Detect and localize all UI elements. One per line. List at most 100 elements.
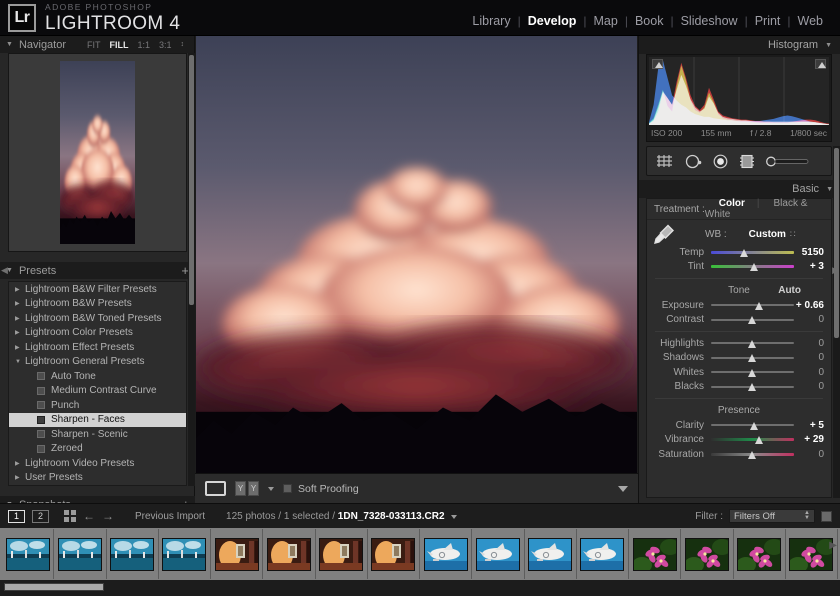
chevron-down-icon[interactable]: ▼: [826, 186, 833, 193]
slider-handle[interactable]: [748, 369, 757, 377]
go-forward-icon[interactable]: →: [102, 509, 114, 523]
slider-handle[interactable]: [755, 436, 764, 444]
filmstrip-thumbnail[interactable]: [472, 529, 524, 579]
scrollbar-thumb[interactable]: [834, 148, 839, 338]
filmstrip-thumbnail[interactable]: [54, 529, 106, 579]
histogram-panel[interactable]: ISO 200 155 mm f / 2.8 1/800 sec: [646, 54, 832, 142]
filmstrip-thumbnail[interactable]: [577, 529, 629, 579]
filmstrip-thumbnails[interactable]: [0, 528, 840, 580]
slider-handle[interactable]: [740, 249, 749, 257]
scrollbar-thumb[interactable]: [4, 583, 104, 591]
slider-track[interactable]: [711, 315, 794, 325]
filmstrip-thumbnail[interactable]: [368, 529, 420, 579]
preset-group[interactable]: ▶Lightroom Effect Presets: [9, 340, 186, 355]
module-book[interactable]: Book: [628, 14, 671, 28]
module-map[interactable]: Map: [587, 14, 625, 28]
soft-proofing-toggle[interactable]: Soft Proofing: [283, 483, 359, 495]
preset-group[interactable]: ▼Lightroom General Presets: [9, 355, 186, 370]
filmstrip-thumbnail[interactable]: [263, 529, 315, 579]
treatment-color[interactable]: Color: [719, 198, 745, 209]
grid-view-icon[interactable]: [64, 510, 76, 522]
slider-handle[interactable]: [748, 383, 757, 391]
navigator-preview[interactable]: [8, 53, 187, 252]
module-web[interactable]: Web: [791, 14, 830, 28]
slider-handle[interactable]: [748, 451, 757, 459]
before-after-icon[interactable]: Y Y: [235, 481, 259, 496]
navigator-zoom-stepper-icon[interactable]: ↕: [181, 41, 185, 48]
slider-blacks[interactable]: Blacks0: [647, 380, 831, 395]
chevron-down-icon[interactable]: [268, 487, 274, 491]
slider-track[interactable]: [711, 247, 794, 257]
auto-tone-button[interactable]: Auto: [778, 283, 801, 298]
module-develop[interactable]: Develop: [521, 14, 584, 28]
filmstrip-scrollbar[interactable]: [0, 580, 840, 596]
wb-stepper-icon[interactable]: ∷: [790, 229, 796, 240]
slider-highlights[interactable]: Highlights0: [647, 336, 831, 351]
soft-proofing-checkbox[interactable]: [283, 484, 292, 493]
chevron-down-icon[interactable]: ▼: [15, 359, 25, 365]
stepper-icon[interactable]: ▲▼: [804, 511, 810, 521]
slider-value[interactable]: 0: [794, 314, 830, 325]
slider-track[interactable]: [711, 353, 794, 363]
filmstrip-thumbnail[interactable]: [107, 529, 159, 579]
source-label[interactable]: Previous Import: [135, 511, 205, 522]
chevron-right-icon[interactable]: ▶: [15, 286, 25, 293]
filmstrip-thumbnail[interactable]: [525, 529, 577, 579]
slider-track[interactable]: [711, 367, 794, 377]
slider-vibrance[interactable]: Vibrance+ 29: [647, 433, 831, 448]
slider-handle[interactable]: [750, 263, 759, 271]
slider-value[interactable]: 0: [794, 449, 830, 460]
slider-handle[interactable]: [748, 354, 757, 362]
module-library[interactable]: Library: [465, 14, 517, 28]
presets-header[interactable]: ▼ Presets +: [0, 262, 195, 279]
filmstrip-thumbnail[interactable]: [629, 529, 681, 579]
slider-value[interactable]: 0: [794, 352, 830, 363]
navigator-zoom-1-1[interactable]: 1:1: [137, 40, 150, 50]
preset-group[interactable]: ▶Lightroom Video Presets: [9, 456, 186, 471]
left-panel-scrollbar[interactable]: [188, 53, 195, 486]
chevron-down-icon[interactable]: ▼: [6, 41, 13, 48]
chevron-right-icon[interactable]: ▶: [15, 315, 25, 322]
filmstrip-thumbnail[interactable]: [211, 529, 263, 579]
preset-group[interactable]: ▶Lightroom B&W Presets: [9, 297, 186, 312]
chevron-right-icon[interactable]: ▶: [15, 460, 25, 467]
loupe-view-icon[interactable]: [205, 481, 226, 496]
chevron-right-icon[interactable]: ▶: [15, 300, 25, 307]
spot-removal-icon[interactable]: [685, 154, 702, 169]
filter-select[interactable]: Filters Off ▲▼: [729, 509, 815, 523]
slider-value[interactable]: 5150: [794, 247, 830, 258]
filmstrip-thumbnail[interactable]: [316, 529, 368, 579]
adjustment-brush-icon[interactable]: [766, 155, 810, 168]
slider-exposure[interactable]: Exposure+ 0.66: [647, 298, 831, 313]
slider-value[interactable]: 0: [794, 367, 830, 378]
slider-value[interactable]: 0: [794, 381, 830, 392]
crop-overlay-icon[interactable]: [656, 154, 674, 169]
scrollbar-thumb[interactable]: [189, 55, 194, 305]
preset-item[interactable]: Medium Contrast Curve: [9, 384, 186, 399]
slider-handle[interactable]: [750, 422, 759, 430]
slider-track[interactable]: [711, 262, 794, 272]
go-back-icon[interactable]: ←: [83, 509, 95, 523]
navigator-header[interactable]: ▼ Navigator FITFILL1:13:1↕: [0, 36, 194, 53]
navigator-zoom-3-1[interactable]: 3:1: [159, 40, 172, 50]
filter-lock-icon[interactable]: [821, 511, 832, 522]
wb-value[interactable]: Custom: [749, 229, 786, 240]
preset-group[interactable]: ▶Lightroom Color Presets: [9, 326, 186, 341]
slider-shadows[interactable]: Shadows0: [647, 351, 831, 366]
chevron-right-icon[interactable]: ▶: [15, 474, 25, 481]
red-eye-correction-icon[interactable]: [713, 154, 728, 169]
slider-clarity[interactable]: Clarity+ 5: [647, 418, 831, 433]
slider-temp[interactable]: Temp5150: [647, 245, 831, 260]
shadow-clipping-icon[interactable]: [652, 59, 663, 69]
slider-handle[interactable]: [755, 302, 764, 310]
module-slideshow[interactable]: Slideshow: [674, 14, 745, 28]
slider-track[interactable]: [711, 435, 794, 445]
main-photo-loupe[interactable]: [196, 36, 637, 473]
slider-value[interactable]: + 3: [794, 261, 830, 272]
filmstrip-next-icon[interactable]: ▶: [829, 540, 837, 551]
slider-value[interactable]: + 0.66: [794, 300, 830, 311]
preset-item[interactable]: Zeroed: [9, 442, 186, 457]
slider-contrast[interactable]: Contrast0: [647, 313, 831, 328]
highlight-clipping-icon[interactable]: [815, 59, 826, 69]
preset-item[interactable]: Sharpen - Faces: [9, 413, 186, 428]
